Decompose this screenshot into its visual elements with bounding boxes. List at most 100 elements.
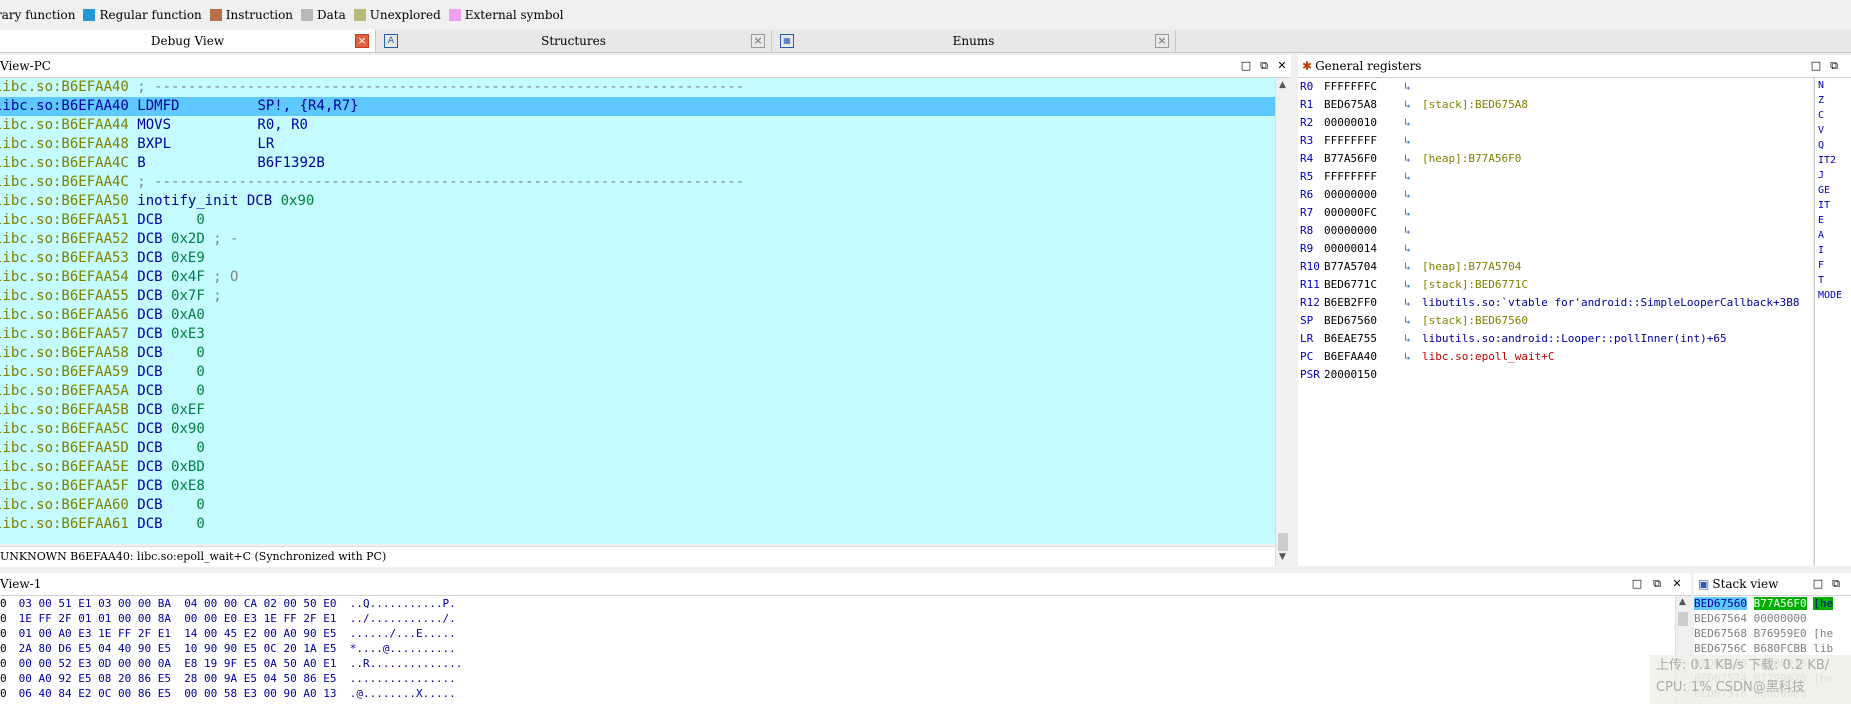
scroll-thumb[interactable] (1278, 533, 1288, 551)
register-value[interactable]: B6EAE755 (1324, 330, 1404, 348)
disasm-line[interactable]: libc.so:B6EFAA53 DCB 0xE9 (0, 249, 1275, 268)
restore-icon[interactable]: ⧉ (1828, 60, 1840, 72)
register-value[interactable]: FFFFFFFC (1324, 78, 1404, 96)
restore-icon[interactable]: ⧉ (1830, 578, 1842, 590)
disasm-line[interactable]: libc.so:B6EFAA56 DCB 0xA0 (0, 306, 1275, 325)
stack-row[interactable]: BED67564 00000000 (1694, 611, 1851, 626)
register-value[interactable]: B6EB2FF0 (1324, 294, 1404, 312)
register-row[interactable]: R5 FFFFFFFF ↳ (1298, 168, 1813, 186)
jump-arrow-icon[interactable]: ↳ (1404, 258, 1422, 276)
register-value[interactable]: 00000000 (1324, 186, 1404, 204)
hex-row[interactable]: 0 00 00 52 E3 0D 00 00 0A E8 19 9F E5 0A … (0, 656, 1675, 671)
disasm-line[interactable]: libc.so:B6EFAA40 ; ---------------------… (0, 78, 1275, 97)
scroll-thumb[interactable] (1678, 612, 1688, 626)
close-icon[interactable]: × (1155, 34, 1169, 48)
disasm-line[interactable]: libc.so:B6EFAA54 DCB 0x4F ; O (0, 268, 1275, 287)
disasm-line[interactable]: libc.so:B6EFAA60 DCB 0 (0, 496, 1275, 515)
jump-arrow-icon[interactable]: ↳ (1404, 348, 1422, 366)
jump-arrow-icon[interactable]: ↳ (1404, 294, 1422, 312)
disasm-line[interactable]: libc.so:B6EFAA5F DCB 0xE8 (0, 477, 1275, 496)
close-icon[interactable]: × (355, 34, 369, 48)
jump-arrow-icon[interactable]: ↳ (1404, 276, 1422, 294)
register-value[interactable]: 20000150 (1324, 366, 1404, 384)
register-row[interactable]: R8 00000000 ↳ (1298, 222, 1813, 240)
disasm-line[interactable]: libc.so:B6EFAA61 DCB 0 (0, 515, 1275, 534)
register-value[interactable]: 00000010 (1324, 114, 1404, 132)
register-value[interactable]: BED675A8 (1324, 96, 1404, 114)
disasm-line[interactable]: libc.so:B6EFAA4C B B6F1392B (0, 154, 1275, 173)
disasm-line[interactable]: libc.so:B6EFAA55 DCB 0x7F ; (0, 287, 1275, 306)
disasm-line[interactable]: libc.so:B6EFAA52 DCB 0x2D ; - (0, 230, 1275, 249)
register-value[interactable]: B6EFAA40 (1324, 348, 1404, 366)
maximize-icon[interactable]: □ (1240, 60, 1252, 72)
stack-row[interactable]: BED6756C B680FCBB lib (1694, 641, 1851, 656)
hex-row[interactable]: 0 00 A0 92 E5 08 20 86 E5 28 00 9A E5 04 … (0, 671, 1675, 686)
disasm-line[interactable]: libc.so:B6EFAA48 BXPL LR (0, 135, 1275, 154)
disassembly-listing[interactable]: libc.so:B6EFAA40 ; ---------------------… (0, 78, 1275, 544)
jump-arrow-icon[interactable]: ↳ (1404, 204, 1422, 222)
disasm-line[interactable]: libc.so:B6EFAA5B DCB 0xEF (0, 401, 1275, 420)
register-value[interactable]: 00000014 (1324, 240, 1404, 258)
register-row[interactable]: PSR 20000150 (1298, 366, 1813, 384)
register-row[interactable]: R6 00000000 ↳ (1298, 186, 1813, 204)
register-row[interactable]: R11 BED6771C ↳ [stack]:BED6771C (1298, 276, 1813, 294)
jump-arrow-icon[interactable]: ↳ (1404, 150, 1422, 168)
jump-arrow-icon[interactable]: ↳ (1404, 168, 1422, 186)
register-row[interactable]: R2 00000010 ↳ (1298, 114, 1813, 132)
hex-row[interactable]: 0 2A 80 D6 E5 04 40 90 E5 10 90 90 E5 0C … (0, 641, 1675, 656)
register-row[interactable]: PC B6EFAA40 ↳ libc.so:epoll_wait+C (1298, 348, 1813, 366)
tab-structures[interactable]: A Structures × (376, 30, 772, 52)
jump-arrow-icon[interactable]: ↳ (1404, 330, 1422, 348)
disasm-line[interactable]: libc.so:B6EFAA58 DCB 0 (0, 344, 1275, 363)
disasm-line[interactable]: libc.so:B6EFAA44 MOVS R0, R0 (0, 116, 1275, 135)
close-icon[interactable]: ✕ (1276, 60, 1288, 72)
disasm-line[interactable]: libc.so:B6EFAA50 inotify_init DCB 0x90 (0, 192, 1275, 211)
disasm-line[interactable]: libc.so:B6EFAA5E DCB 0xBD (0, 458, 1275, 477)
jump-arrow-icon[interactable]: ↳ (1404, 114, 1422, 132)
stack-row[interactable]: BED67560 B77A56F0 [he (1694, 596, 1851, 611)
register-value[interactable]: B77A5704 (1324, 258, 1404, 276)
register-value[interactable]: B77A56F0 (1324, 150, 1404, 168)
maximize-icon[interactable]: □ (1812, 578, 1824, 590)
general-registers-list[interactable]: R0 FFFFFFFC ↳ R1 BED675A8 ↳ [stack]:BED675A8 R2… (1298, 78, 1813, 566)
tab-enums[interactable]: ▦ Enums × (772, 30, 1176, 52)
disasm-line[interactable]: libc.so:B6EFAA51 DCB 0 (0, 211, 1275, 230)
hex-row[interactable]: 0 01 00 A0 E3 1E FF 2F E1 14 00 45 E2 00 … (0, 626, 1675, 641)
tab-debug-view[interactable]: Debug View × (0, 30, 376, 52)
vertical-scrollbar[interactable]: ▲ ▼ (1275, 78, 1292, 566)
register-value[interactable]: BED6771C (1324, 276, 1404, 294)
disasm-line[interactable]: libc.so:B6EFAA5D DCB 0 (0, 439, 1275, 458)
jump-arrow-icon[interactable]: ↳ (1404, 222, 1422, 240)
register-row[interactable]: R9 00000014 ↳ (1298, 240, 1813, 258)
register-row[interactable]: R10 B77A5704 ↳ [heap]:B77A5704 (1298, 258, 1813, 276)
scroll-up-icon[interactable]: ▲ (1679, 597, 1686, 607)
disasm-line[interactable]: libc.so:B6EFAA40 LDMFD SP!, {R4,R7} (0, 97, 1275, 116)
jump-arrow-icon[interactable]: ↳ (1404, 132, 1422, 150)
register-row[interactable]: R12 B6EB2FF0 ↳ libutils.so:`vtable for'andr… (1298, 294, 1813, 312)
jump-arrow-icon[interactable]: ↳ (1404, 96, 1422, 114)
disasm-line[interactable]: libc.so:B6EFAA5A DCB 0 (0, 382, 1275, 401)
jump-arrow-icon[interactable]: ↳ (1404, 240, 1422, 258)
register-row[interactable]: LR B6EAE755 ↳ libutils.so:android::Looper::… (1298, 330, 1813, 348)
close-icon[interactable]: ✕ (1671, 578, 1683, 590)
restore-icon[interactable]: ⧉ (1651, 578, 1663, 590)
disasm-line[interactable]: libc.so:B6EFAA57 DCB 0xE3 (0, 325, 1275, 344)
hex-row[interactable]: 0 1E FF 2F 01 01 00 00 8A 00 00 E0 E3 1E … (0, 611, 1675, 626)
register-row[interactable]: SP BED67560 ↳ [stack]:BED67560 (1298, 312, 1813, 330)
register-row[interactable]: R3 FFFFFFFF ↳ (1298, 132, 1813, 150)
register-row[interactable]: R0 FFFFFFFC ↳ (1298, 78, 1813, 96)
hex-dump[interactable]: 0 03 00 51 E1 03 00 00 BA 04 00 00 CA 02 … (0, 596, 1675, 704)
jump-arrow-icon[interactable]: ↳ (1404, 312, 1422, 330)
hex-row[interactable]: 0 06 40 84 E2 0C 00 86 E5 00 00 58 E3 00 … (0, 686, 1675, 701)
hex-row[interactable]: 0 03 00 51 E1 03 00 00 BA 04 00 00 CA 02 … (0, 596, 1675, 611)
register-value[interactable]: FFFFFFFF (1324, 132, 1404, 150)
register-row[interactable]: R1 BED675A8 ↳ [stack]:BED675A8 (1298, 96, 1813, 114)
disasm-line[interactable]: libc.so:B6EFAA4C ; ---------------------… (0, 173, 1275, 192)
close-icon[interactable]: × (751, 34, 765, 48)
scroll-down-icon[interactable]: ▼ (1279, 552, 1286, 562)
maximize-icon[interactable]: □ (1810, 60, 1822, 72)
disasm-line[interactable]: libc.so:B6EFAA59 DCB 0 (0, 363, 1275, 382)
maximize-icon[interactable]: □ (1631, 578, 1643, 590)
register-value[interactable]: 000000FC (1324, 204, 1404, 222)
jump-arrow-icon[interactable]: ↳ (1404, 78, 1422, 96)
